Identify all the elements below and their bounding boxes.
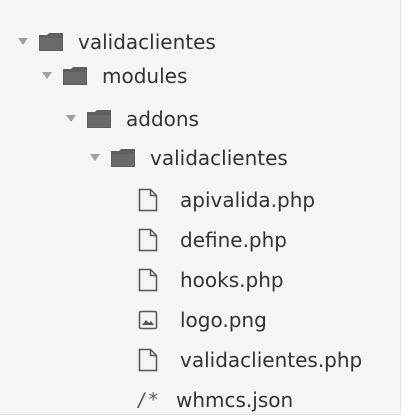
folder-label: validaclientes	[78, 30, 216, 54]
file-label: define.php	[180, 228, 288, 252]
tree-file-logo[interactable]: logo.png	[0, 302, 414, 338]
file-label: validaclientes.php	[180, 348, 363, 372]
file-icon	[138, 348, 158, 372]
expand-arrow-icon[interactable]	[42, 72, 52, 80]
folder-label: validaclientes	[150, 146, 288, 170]
tree-folder-addons[interactable]: addons	[0, 101, 414, 137]
json-file-icon: /*	[136, 389, 159, 411]
folder-icon	[111, 149, 135, 167]
tree-file-whmcs-json[interactable]: /* whmcs.json	[0, 382, 414, 418]
tree-folder-validaclientes-inner[interactable]: validaclientes	[0, 140, 414, 176]
file-label: hooks.php	[180, 268, 284, 292]
folder-icon	[63, 67, 87, 85]
file-tree-panel: validaclientes modules addons validaclie…	[0, 0, 401, 415]
tree-file-apivalida[interactable]: apivalida.php	[0, 182, 414, 218]
folder-label: modules	[102, 64, 188, 88]
image-file-icon	[138, 310, 158, 330]
folder-icon	[87, 110, 111, 128]
tree-file-hooks[interactable]: hooks.php	[0, 262, 414, 298]
file-icon	[138, 268, 158, 292]
expand-arrow-icon[interactable]	[66, 115, 76, 123]
tree-file-define[interactable]: define.php	[0, 222, 414, 258]
file-icon	[138, 228, 158, 252]
folder-label: addons	[126, 107, 199, 131]
file-label: logo.png	[180, 308, 267, 332]
file-icon	[138, 188, 158, 212]
file-label: apivalida.php	[180, 188, 316, 212]
expand-arrow-icon[interactable]	[90, 154, 100, 162]
tree-file-validaclientes-php[interactable]: validaclientes.php	[0, 342, 414, 378]
expand-arrow-icon[interactable]	[18, 38, 28, 46]
tree-folder-modules[interactable]: modules	[0, 58, 414, 94]
file-label: whmcs.json	[176, 388, 294, 412]
folder-icon	[39, 33, 63, 51]
tree-folder-validaclientes[interactable]: validaclientes	[0, 24, 414, 60]
